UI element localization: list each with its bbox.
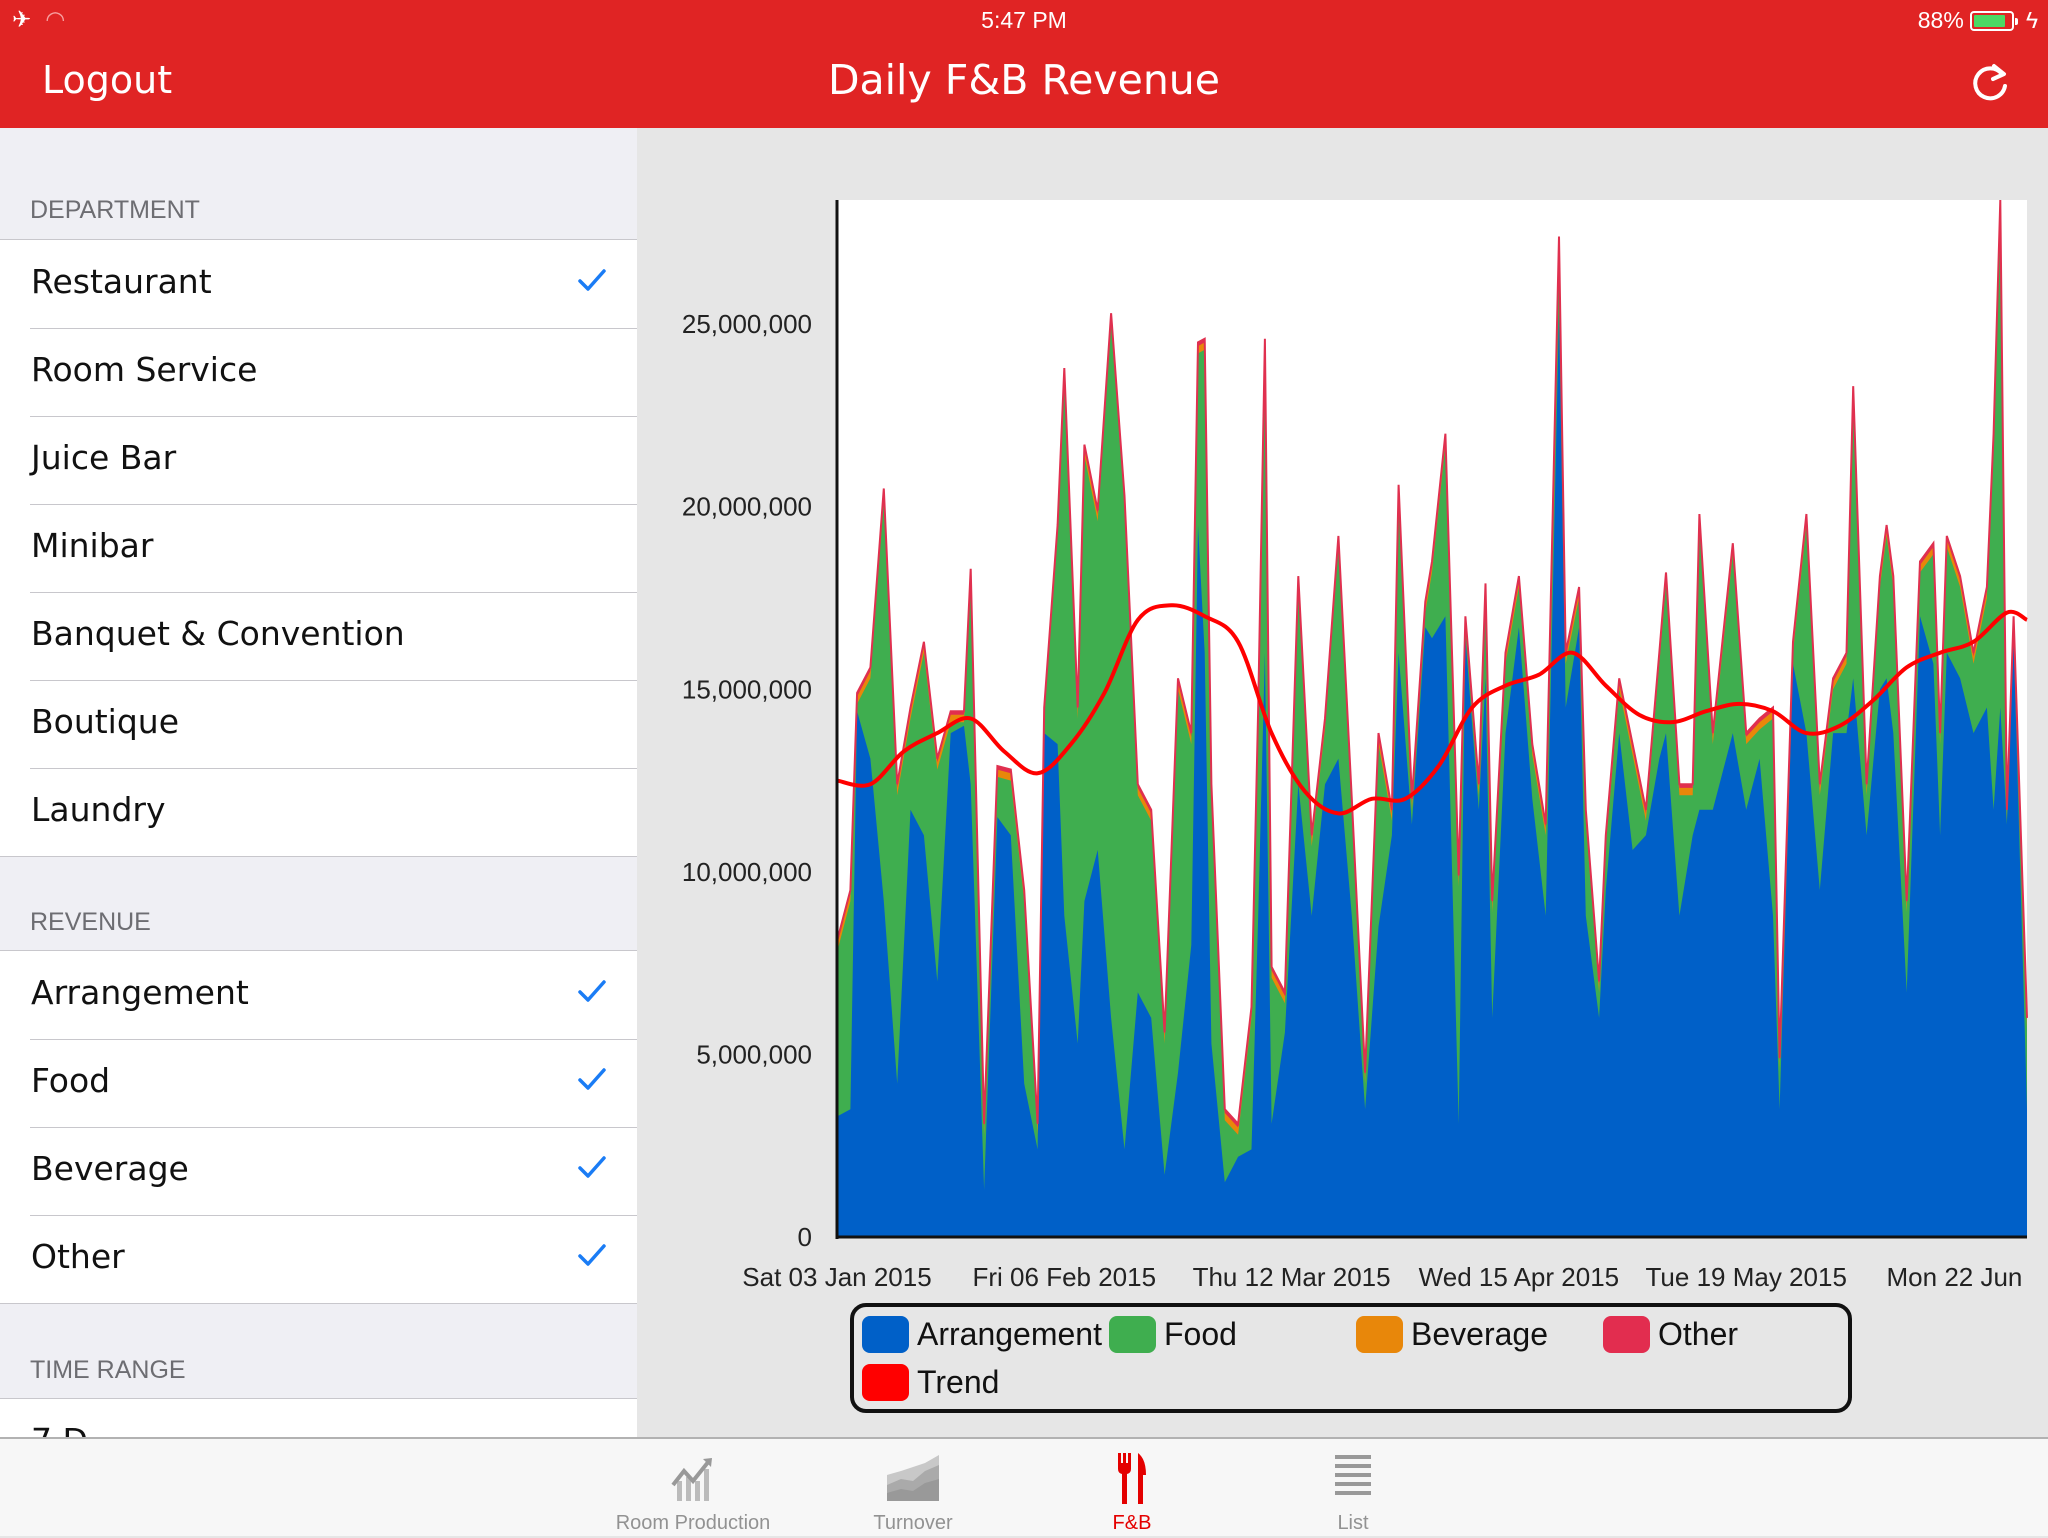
x-tick-label: Mon 22 Jun 2015 xyxy=(1887,1262,2048,1292)
legend-item-beverage: Beverage xyxy=(1356,1316,1548,1353)
tab-fb[interactable]: F&B xyxy=(1032,1439,1232,1538)
legend-item-arrangement: Arrangement xyxy=(862,1316,1102,1353)
area-chart-icon xyxy=(887,1455,939,1501)
y-tick-label: 10,000,000 xyxy=(682,857,812,887)
tab-label: Room Production xyxy=(615,1512,771,1534)
legend-label: Other xyxy=(1658,1316,1739,1352)
legend-label: Arrangement xyxy=(917,1316,1102,1352)
line-bar-chart-icon xyxy=(671,1458,712,1501)
legend-label: Food xyxy=(1164,1316,1237,1352)
legend-item-trend: Trend xyxy=(862,1364,999,1401)
legend-swatch xyxy=(1109,1316,1156,1353)
legend-item-other: Other xyxy=(1603,1316,1738,1353)
legend-swatch xyxy=(1356,1316,1403,1353)
y-tick-label: 20,000,000 xyxy=(682,492,812,522)
x-tick-label: Tue 19 May 2015 xyxy=(1646,1262,1847,1292)
y-tick-label: 0 xyxy=(798,1222,812,1252)
chart-legend: Arrangement Food Beverage Other Trend xyxy=(850,1303,1852,1413)
x-tick-label: Sat 03 Jan 2015 xyxy=(742,1262,931,1292)
tab-turnover[interactable]: Turnover xyxy=(813,1439,1013,1538)
tab-label: Turnover xyxy=(873,1512,953,1534)
revenue-chart: 0 5,000,000 10,000,000 15,000,000 20,000,000… xyxy=(682,199,2048,1300)
legend-swatch xyxy=(1603,1316,1650,1353)
legend-item-food: Food xyxy=(1109,1316,1237,1353)
fork-knife-icon xyxy=(1118,1453,1146,1504)
legend-label: Beverage xyxy=(1411,1316,1548,1352)
legend-swatch xyxy=(862,1364,909,1401)
x-tick-label: Wed 15 Apr 2015 xyxy=(1419,1262,1619,1292)
tab-bar: Room Production Turnover F&B List xyxy=(0,1437,2048,1536)
x-tick-label: Thu 12 Mar 2015 xyxy=(1193,1262,1391,1292)
tab-label: F&B xyxy=(1112,1512,1152,1534)
tab-room-production[interactable]: Room Production xyxy=(593,1439,793,1538)
tab-label: List xyxy=(1337,1512,1369,1534)
legend-swatch xyxy=(862,1316,909,1353)
y-tick-label: 25,000,000 xyxy=(682,309,812,339)
x-tick-label: Fri 06 Feb 2015 xyxy=(973,1262,1157,1292)
y-tick-label: 15,000,000 xyxy=(682,674,812,704)
legend-label: Trend xyxy=(917,1364,1000,1400)
tab-list[interactable]: List xyxy=(1253,1439,1453,1538)
label-clip-mask xyxy=(2027,1255,2048,1300)
y-tick-label: 5,000,000 xyxy=(696,1039,812,1069)
list-icon xyxy=(1335,1455,1371,1495)
